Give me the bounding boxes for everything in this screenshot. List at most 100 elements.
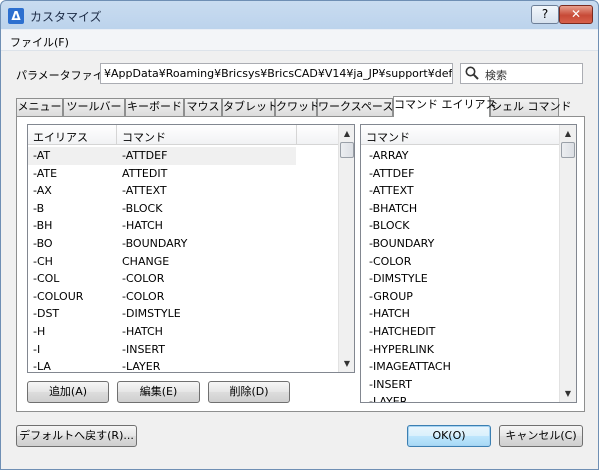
table-row[interactable]: -BO -BOUNDARY [28,235,296,253]
scroll-down-arrow-icon[interactable]: ▼ [560,385,576,402]
table-row[interactable]: -H -HATCH [28,323,296,341]
title-bar: Δ カスタマイズ ? ✕ [1,1,598,30]
command-cell: -ATTEXT [122,184,167,198]
command-column-header[interactable]: コマンド [122,129,166,145]
alias-cell: -DST [33,307,60,321]
list-item-label: -BHATCH [369,201,418,215]
tab-toolbar[interactable]: ツールバー [63,98,125,116]
list-item[interactable]: -COLOR [361,253,559,271]
cancel-button[interactable]: キャンセル(C) [499,425,583,447]
list-item-label: -LAYER [369,395,408,403]
scroll-thumb[interactable] [340,142,354,158]
command-cell: -COLOR [122,272,165,286]
table-row[interactable]: -I -INSERT [28,341,296,359]
tab-keyboard[interactable]: キーボード [125,98,184,116]
add-button[interactable]: 追加(A) [27,381,109,403]
scroll-up-arrow-icon[interactable]: ▲ [560,125,576,142]
list-item-label: -HATCH [369,307,410,321]
list-item[interactable]: -INSERT [361,376,559,394]
list-item[interactable]: -HATCH [361,305,559,323]
menu-file[interactable]: ファイル(F) [10,34,69,50]
tab-quad[interactable]: クワッド [275,98,320,116]
list-item[interactable]: -BOUNDARY [361,235,559,253]
list-item-label: -ARRAY [369,149,409,162]
command-cell: -INSERT [122,342,165,356]
list-item[interactable]: -DIMSTYLE [361,270,559,288]
table-row[interactable]: -COL -COLOR [28,270,296,288]
delete-button[interactable]: 削除(D) [208,381,290,403]
list-item-label: -COLOR [369,254,412,268]
table-row[interactable]: -B -BLOCK [28,200,296,218]
list-item-label: -HYPERLINK [369,342,435,356]
alias-list-scrollbar[interactable]: ▲ ▼ [338,125,354,372]
reset-default-button[interactable]: デフォルトへ戻す(R)... [16,425,137,447]
bricscad-logo-icon: Δ [8,8,24,24]
close-button[interactable]: ✕ [559,5,593,24]
list-item-label: -BLOCK [369,219,410,233]
column-divider[interactable] [296,125,297,145]
list-item[interactable]: -BHATCH [361,200,559,218]
list-item-label: -HATCHEDIT [369,325,436,338]
command-list-header: コマンド [361,125,559,145]
ok-button[interactable]: OK(O) [407,425,491,447]
tab-workspace[interactable]: ワークスペース [317,98,393,116]
param-file-field[interactable]: ¥AppData¥Roaming¥Bricsys¥BricsCAD¥V14¥ja… [100,63,453,84]
list-item[interactable]: -HYPERLINK [361,341,559,359]
menu-bar: ファイル(F) [1,30,598,51]
edit-button[interactable]: 編集(E) [117,381,200,403]
command-cell: -HATCH [122,219,163,233]
tab-mouse[interactable]: マウス [184,98,222,116]
alias-cell: -B [33,201,45,215]
table-row[interactable]: -DST -DIMSTYLE [28,305,296,323]
command-list[interactable]: コマンド -ARRAY -ATTDEF -ATTEXT -BHATCH -BLO… [360,124,577,403]
command-cell: -BLOCK [122,201,163,215]
list-item[interactable]: -ATTEXT [361,182,559,200]
list-item[interactable]: -GROUP [361,288,559,306]
column-divider[interactable] [116,125,117,145]
list-item[interactable]: -LAYER [361,393,559,403]
table-row[interactable]: -LA -LAYER [28,358,296,373]
alias-cell: -COLOUR [33,289,84,303]
list-item-label: -ATTEXT [369,184,414,198]
scroll-thumb[interactable] [561,142,575,158]
help-button[interactable]: ? [531,5,559,24]
command-list-column-header[interactable]: コマンド [366,129,410,145]
list-item-label: -DIMSTYLE [369,272,428,286]
tab-menu[interactable]: メニュー [16,98,63,116]
table-row[interactable]: -AX -ATTEXT [28,182,296,200]
list-item[interactable]: -HATCHEDIT [361,323,559,341]
table-row[interactable]: -BH -HATCH [28,217,296,235]
scroll-down-arrow-icon[interactable]: ▼ [339,355,354,372]
table-row[interactable]: -COLOUR -COLOR [28,288,296,306]
search-icon [465,66,479,80]
window-title: カスタマイズ [30,10,102,24]
table-row[interactable]: -AT -ATTDEF [28,147,296,165]
alias-list[interactable]: エイリアス コマンド -AT -ATTDEF -ATE ATTEDIT -AX … [27,124,355,373]
search-input[interactable]: 検索 [460,63,583,84]
table-row[interactable]: -ATE ATTEDIT [28,165,296,183]
alias-cell: -I [33,342,41,356]
list-item[interactable]: -IMAGEATTACH [361,358,559,376]
list-item[interactable]: -BLOCK [361,217,559,235]
tab-shell-command[interactable]: シェル コマンド [490,98,572,116]
command-cell: -LAYER [122,360,161,373]
list-item-label: -GROUP [369,289,413,303]
list-item-label: -ATTDEF [369,166,415,180]
alias-cell: -AT [33,149,51,162]
alias-cell: -COL [33,272,60,286]
tab-tablet[interactable]: タブレット [222,98,278,116]
command-cell: -COLOR [122,289,165,303]
command-cell: -HATCH [122,325,163,338]
scroll-up-arrow-icon[interactable]: ▲ [339,125,354,142]
command-list-scrollbar[interactable]: ▲ ▼ [559,125,576,402]
alias-cell: -H [33,325,46,338]
alias-column-header[interactable]: エイリアス [33,129,88,145]
list-item-label: -INSERT [369,377,412,391]
command-cell: -DIMSTYLE [122,307,181,321]
alias-cell: -BO [33,237,53,250]
tab-command-alias[interactable]: コマンド エイリアス [393,96,497,117]
list-item[interactable]: -ATTDEF [361,165,559,183]
alias-cell: -LA [33,360,51,373]
list-item[interactable]: -ARRAY [361,147,559,165]
table-row[interactable]: -CH CHANGE [28,253,296,271]
